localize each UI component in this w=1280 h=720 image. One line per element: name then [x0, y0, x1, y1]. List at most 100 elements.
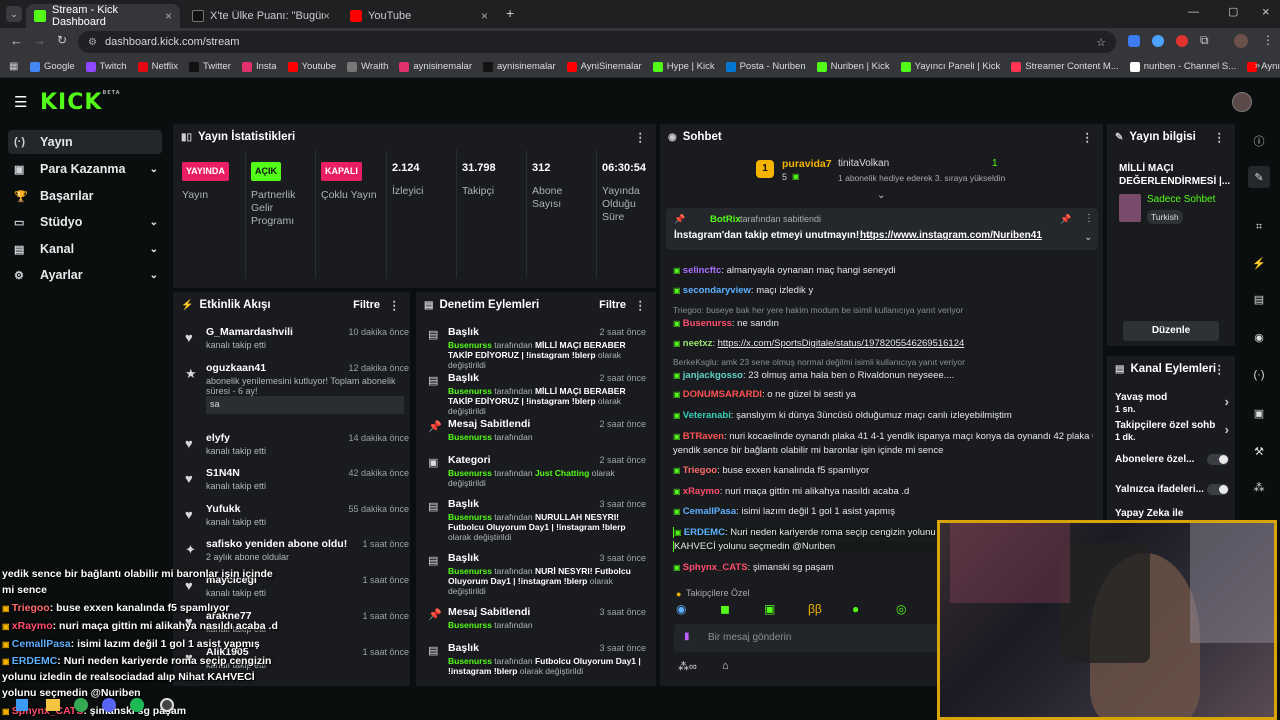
- obs-icon[interactable]: [160, 698, 174, 712]
- moderator-name[interactable]: Busenurss: [448, 512, 492, 522]
- gift-icon[interactable]: ⌂: [722, 660, 729, 672]
- activity-user[interactable]: safisko yeniden abone oldu!: [206, 538, 347, 550]
- filter-button[interactable]: Filtre: [353, 299, 380, 311]
- gifter-name[interactable]: puravida7: [782, 158, 832, 170]
- emote-icon[interactable]: ◎: [896, 602, 906, 616]
- emote-icon[interactable]: ●: [852, 602, 859, 616]
- crop-icon[interactable]: ⌗: [1248, 216, 1270, 238]
- pinned-user[interactable]: BotRix: [710, 214, 741, 225]
- discord-icon[interactable]: [102, 698, 116, 712]
- channel-action-item[interactable]: Abonelere özel...: [1115, 454, 1229, 478]
- moderator-name[interactable]: Busenurss: [448, 432, 492, 442]
- wrench-icon[interactable]: ⚒: [1248, 440, 1270, 462]
- channel-action-item[interactable]: Yalnızca ifadeleri...: [1115, 484, 1229, 508]
- file-explorer-icon[interactable]: [46, 699, 60, 711]
- toggle-switch[interactable]: [1207, 454, 1229, 465]
- window-icon[interactable]: ▣: [1248, 402, 1270, 424]
- bookmark-item[interactable]: Twitter: [188, 61, 231, 72]
- microphone-icon[interactable]: ▮: [684, 631, 690, 642]
- emote-icon[interactable]: ◉: [676, 602, 686, 616]
- site-info-icon[interactable]: ⚙: [88, 37, 97, 48]
- bookmark-item[interactable]: Yayıncı Paneli | Kick: [900, 61, 1000, 72]
- bookmark-item[interactable]: Streamer Content M...: [1011, 61, 1119, 72]
- emote-picker-icon[interactable]: ⁂∞: [678, 660, 697, 673]
- user-avatar[interactable]: [1232, 92, 1252, 112]
- bookmark-star-icon[interactable]: ☆: [1096, 36, 1106, 49]
- collapse-chevron-icon[interactable]: ⌄: [877, 190, 885, 201]
- edit-button[interactable]: Düzenle: [1123, 321, 1219, 341]
- bookmark-item[interactable]: Google: [30, 61, 75, 72]
- broadcast-icon[interactable]: (·): [1248, 364, 1270, 386]
- new-tab-button[interactable]: +: [506, 5, 514, 21]
- bookmark-item[interactable]: Hype | Kick: [652, 61, 715, 72]
- moderator-name[interactable]: Busenurss: [448, 620, 492, 630]
- info-icon[interactable]: ⓘ: [1248, 130, 1270, 152]
- filter-button[interactable]: Filtre: [599, 299, 626, 311]
- tab-youtube[interactable]: YouTube ×: [342, 4, 496, 28]
- close-tab-icon[interactable]: ×: [165, 9, 172, 23]
- chat-username[interactable]: CemallPasa: [683, 506, 736, 517]
- tab-kick-dashboard[interactable]: Stream - Kick Dashboard ×: [26, 4, 180, 28]
- document-icon[interactable]: ▤: [1248, 288, 1270, 310]
- windows-start-icon[interactable]: [16, 699, 28, 711]
- tab-search-icon[interactable]: ⌄: [6, 6, 22, 22]
- tab-x-post[interactable]: X'te Ülke Puanı: "Bugün maçlar ×: [184, 4, 338, 28]
- close-window-icon[interactable]: ×: [1262, 4, 1270, 19]
- more-options-icon[interactable]: ⋮: [389, 298, 401, 312]
- bookmark-item[interactable]: Aynı Sinemalar - Ça...: [1247, 61, 1280, 72]
- close-tab-icon[interactable]: ×: [481, 9, 488, 23]
- bookmark-item[interactable]: aynisinemalar: [483, 61, 556, 72]
- activity-user[interactable]: Yufukk: [206, 503, 240, 515]
- unpin-icon[interactable]: 📌: [1060, 214, 1071, 225]
- chat-username[interactable]: ERDEMC: [684, 527, 725, 538]
- bookmark-item[interactable]: Wraith: [347, 61, 388, 72]
- maximize-icon[interactable]: ▢: [1228, 5, 1238, 18]
- chrome-icon[interactable]: [74, 698, 88, 712]
- extensions-puzzle-icon[interactable]: ⧉: [1200, 33, 1209, 48]
- category-name[interactable]: Sadece Sohbet: [1147, 194, 1215, 205]
- other-gifter-name[interactable]: tinitaVolkan: [838, 158, 889, 169]
- more-options-icon[interactable]: ⋮: [1214, 130, 1226, 144]
- extension-shield-icon[interactable]: [1128, 35, 1140, 47]
- moderator-name[interactable]: Busenurss: [448, 340, 492, 350]
- sidebar-item-studyo[interactable]: ▭ Stüdyo ⌄: [8, 210, 162, 234]
- extension-globe-icon[interactable]: [1152, 35, 1164, 47]
- sidebar-item-ayarlar[interactable]: ⚙ Ayarlar ⌄: [8, 263, 162, 287]
- bookmark-item[interactable]: Netflix: [137, 61, 178, 72]
- forward-icon[interactable]: →: [33, 33, 46, 48]
- browser-menu-icon[interactable]: ⋮: [1262, 33, 1274, 47]
- chat-username[interactable]: Triegoo: [683, 465, 717, 476]
- address-bar[interactable]: ⚙ dashboard.kick.com/stream ☆: [78, 31, 1116, 53]
- moderator-name[interactable]: Busenurss: [448, 566, 492, 576]
- chat-username[interactable]: secondaryview: [683, 285, 751, 296]
- more-options-icon[interactable]: ⋮: [1082, 130, 1094, 144]
- chat-username[interactable]: selincftc: [683, 265, 722, 276]
- chat-username[interactable]: janjackgosso: [683, 370, 743, 381]
- more-options-icon[interactable]: ⋮: [635, 298, 647, 312]
- chat-icon[interactable]: ◉: [1248, 326, 1270, 348]
- chat-username[interactable]: Busenurss: [683, 318, 732, 329]
- expand-chevron-icon[interactable]: ⌄: [1084, 232, 1092, 243]
- pinned-link[interactable]: https://www.instagram.com/Nuriben41: [860, 230, 1042, 241]
- more-options-icon[interactable]: ⋮: [635, 130, 647, 144]
- pinned-more-icon[interactable]: ⋮: [1084, 213, 1094, 224]
- more-bookmarks-icon[interactable]: »: [1255, 60, 1260, 71]
- channel-action-item[interactable]: Yavaş mod 1 sn. ›: [1115, 392, 1229, 416]
- channel-action-item[interactable]: Takipçilere özel sohbe 1 dk. ›: [1115, 420, 1229, 444]
- bookmark-item[interactable]: AyniSinemalar: [566, 61, 642, 72]
- bookmark-item[interactable]: aynisinemalar: [399, 61, 472, 72]
- bookmark-item[interactable]: Posta - Nuriben: [725, 61, 806, 72]
- activity-user[interactable]: G_Mamardashvili: [206, 326, 293, 338]
- activity-user[interactable]: S1N4N: [206, 467, 240, 479]
- reload-icon[interactable]: ↻: [57, 33, 67, 47]
- chat-username[interactable]: Veteranabi: [683, 410, 731, 421]
- emote-icon[interactable]: ◼: [720, 602, 730, 616]
- moderator-name[interactable]: Busenurss: [448, 656, 492, 666]
- sidebar-item-kanal[interactable]: ▤ Kanal ⌄: [8, 237, 162, 261]
- chat-input[interactable]: ▮ Bir mesaj gönderin: [674, 624, 944, 652]
- flash-icon[interactable]: ⚡: [1248, 252, 1270, 274]
- toggle-switch[interactable]: [1207, 484, 1229, 495]
- profile-avatar-icon[interactable]: [1234, 34, 1248, 48]
- sidebar-item-basarilar[interactable]: 🏆 Başarılar: [8, 184, 162, 208]
- moderator-name[interactable]: Busenurss: [448, 386, 492, 396]
